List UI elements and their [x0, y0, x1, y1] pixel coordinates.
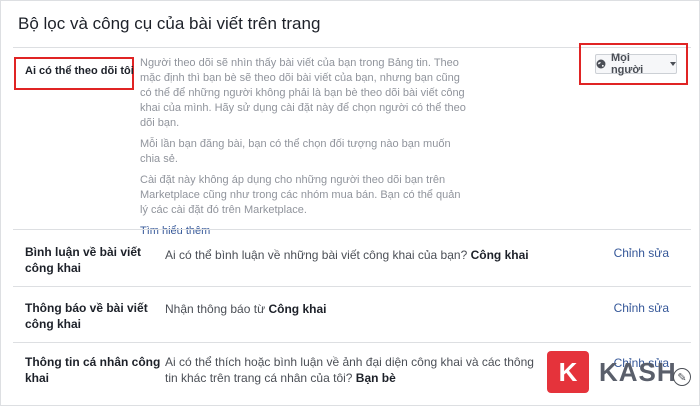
- public-comments-description: Ai có thể bình luận về những bài viết cô…: [165, 248, 529, 262]
- watermark-badge: K: [547, 351, 589, 393]
- globe-icon: [596, 59, 606, 69]
- public-notifications-description: Nhận thông báo từ Công khai: [165, 302, 327, 316]
- edit-pencil-icon[interactable]: ✎: [673, 368, 691, 386]
- audience-label: Mọi người: [610, 52, 644, 76]
- public-notifications-value: Công khai: [268, 302, 327, 316]
- caret-down-icon: [670, 62, 676, 66]
- edit-public-comments-link[interactable]: Chỉnh sửa: [614, 246, 669, 260]
- learn-more-link[interactable]: Tìm hiểu thêm: [140, 225, 210, 237]
- divider: [13, 342, 691, 343]
- page-title: Bộ lọc và công cụ của bài viết trên tran…: [18, 14, 321, 33]
- audience-selector-button[interactable]: Mọi người: [595, 52, 677, 76]
- divider: [13, 286, 691, 287]
- public-profile-info-value: Bạn bè: [355, 371, 396, 385]
- public-profile-info-label: Thông tin cá nhân công khai: [25, 355, 161, 385]
- public-notifications-label: Thông báo về bài viết công khai: [25, 301, 148, 331]
- followers-paragraph-1: Người theo dõi sẽ nhìn thấy bài viết của…: [140, 57, 466, 129]
- public-comments-label: Bình luận về bài viết công khai: [25, 245, 142, 275]
- followers-description: Người theo dõi sẽ nhìn thấy bài viết của…: [140, 56, 470, 245]
- settings-panel: Bộ lọc và công cụ của bài viết trên tran…: [0, 0, 700, 406]
- public-comments-value: Công khai: [470, 248, 529, 262]
- watermark-brand: KASH: [599, 357, 677, 387]
- divider: [13, 229, 691, 230]
- edit-public-notifications-link[interactable]: Chỉnh sửa: [614, 301, 669, 315]
- public-profile-info-description: Ai có thể thích hoặc bình luận về ảnh đạ…: [165, 355, 534, 385]
- followers-paragraph-3: Cài đặt này không áp dụng cho những ngườ…: [140, 174, 461, 216]
- followers-paragraph-2: Mỗi lần bạn đăng bài, bạn có thể chọn đố…: [140, 138, 451, 165]
- followers-label: Ai có thể theo dõi tôi: [25, 65, 134, 77]
